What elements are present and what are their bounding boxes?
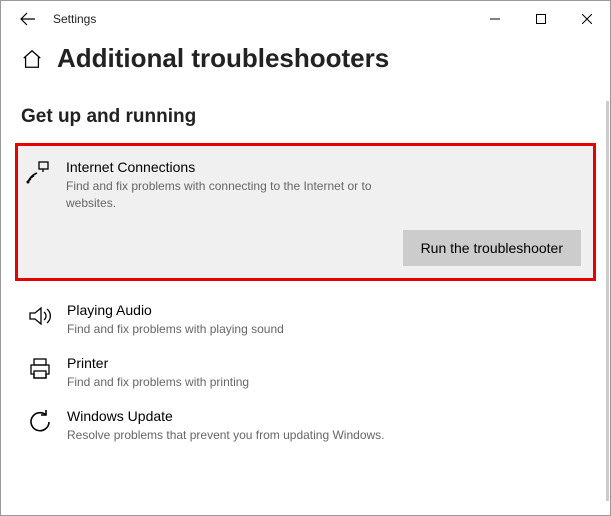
wifi-icon: [26, 160, 52, 186]
audio-icon: [27, 303, 53, 329]
troubleshooter-desc: Find and fix problems with playing sound: [67, 321, 417, 338]
section-title: Get up and running: [21, 106, 590, 128]
minimize-button[interactable]: [472, 3, 518, 35]
troubleshooter-title: Playing Audio: [67, 301, 590, 319]
titlebar: Settings: [1, 1, 610, 37]
page-header: Additional troubleshooters: [1, 37, 610, 84]
troubleshooter-playing-audio[interactable]: Playing Audio Find and fix problems with…: [21, 293, 590, 346]
update-icon: [27, 409, 53, 435]
window-controls: [472, 3, 610, 35]
troubleshooter-body: Printer Find and fix problems with print…: [67, 354, 590, 391]
minimize-icon: [490, 14, 500, 24]
troubleshooter-title: Internet Connections: [66, 158, 581, 176]
window-title: Settings: [53, 12, 96, 26]
run-button-wrap: Run the troubleshooter: [66, 230, 581, 266]
troubleshooter-body: Playing Audio Find and fix problems with…: [67, 301, 590, 338]
troubleshooter-desc: Resolve problems that prevent you from u…: [67, 427, 417, 444]
arrow-left-icon: [20, 11, 36, 27]
maximize-icon: [536, 14, 546, 24]
main-content: Get up and running Internet Connections …: [1, 106, 610, 452]
close-icon: [582, 14, 592, 24]
troubleshooter-printer[interactable]: Printer Find and fix problems with print…: [21, 346, 590, 399]
maximize-button[interactable]: [518, 3, 564, 35]
troubleshooter-body: Internet Connections Find and fix proble…: [66, 158, 581, 266]
scrollbar[interactable]: [606, 101, 609, 501]
troubleshooter-body: Windows Update Resolve problems that pre…: [67, 407, 590, 444]
troubleshooter-internet-connections[interactable]: Internet Connections Find and fix proble…: [15, 143, 596, 281]
back-button[interactable]: [13, 4, 43, 34]
troubleshooter-title: Printer: [67, 354, 590, 372]
printer-icon: [27, 356, 53, 382]
page-title: Additional troubleshooters: [57, 43, 389, 74]
troubleshooter-desc: Find and fix problems with printing: [67, 374, 417, 391]
run-troubleshooter-button[interactable]: Run the troubleshooter: [403, 230, 581, 266]
home-icon: [21, 48, 43, 70]
close-button[interactable]: [564, 3, 610, 35]
troubleshooter-desc: Find and fix problems with connecting to…: [66, 178, 416, 212]
troubleshooter-title: Windows Update: [67, 407, 590, 425]
troubleshooter-windows-update[interactable]: Windows Update Resolve problems that pre…: [21, 399, 590, 452]
